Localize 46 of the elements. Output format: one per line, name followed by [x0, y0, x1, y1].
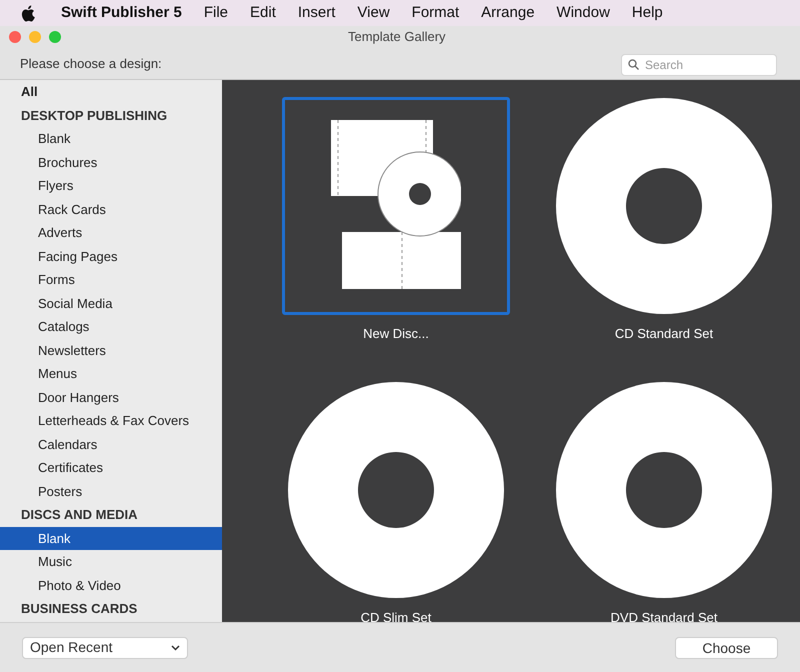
template-label: CD Standard Set: [614, 325, 714, 343]
prompt-text: Please choose a design:: [20, 54, 162, 73]
sidebar-item[interactable]: Rack Cards: [0, 198, 222, 221]
choose-button[interactable]: Choose: [675, 636, 778, 658]
menu-item[interactable]: Edit: [250, 2, 276, 24]
sidebar-item[interactable]: Music: [0, 550, 222, 574]
sidebar-item[interactable]: Certificates: [0, 456, 222, 480]
sidebar-item[interactable]: Forms: [0, 268, 222, 292]
sidebar-item[interactable]: Brochures: [0, 150, 222, 174]
menu-item[interactable]: Insert: [298, 2, 336, 24]
section-header: DESKTOP PUBLISHING: [20, 106, 168, 124]
sidebar-item[interactable]: Letterheads & Fax Covers: [0, 409, 222, 432]
search-field[interactable]: Search: [621, 54, 777, 76]
menu-item[interactable]: Format: [412, 2, 460, 24]
open-recent-dropdown[interactable]: Open Recent: [22, 636, 188, 658]
menu-item[interactable]: File: [204, 2, 228, 24]
section-header: DISCS AND MEDIA: [20, 506, 139, 524]
sidebar-item[interactable]: Newsletters: [0, 338, 222, 362]
chevron-down-icon: [171, 644, 180, 650]
section-header: BUSINESS CARDS: [20, 600, 138, 618]
template-label: New Disc...: [363, 325, 429, 343]
search-icon: [628, 58, 639, 70]
sidebar-item[interactable]: Posters: [0, 480, 222, 503]
sidebar-item[interactable]: Catalogs: [0, 315, 222, 338]
sidebar-item[interactable]: Photo & Video: [0, 574, 222, 597]
sidebar-item[interactable]: Flyers: [0, 174, 222, 198]
apple-logo-icon[interactable]: [20, 4, 35, 22]
sidebar-item[interactable]: All: [0, 80, 222, 104]
window-title: Template Gallery: [348, 28, 446, 46]
sidebar-item[interactable]: Door Hangers: [0, 386, 222, 409]
sidebar-item[interactable]: Blank: [0, 127, 222, 150]
template-label: CD Slim Set: [360, 608, 432, 622]
menu-item[interactable]: View: [357, 2, 390, 24]
template-label: DVD Standard Set: [610, 608, 718, 622]
sidebar-item[interactable]: Menus: [0, 362, 222, 386]
disc-package-icon: [331, 120, 461, 292]
sidebar-item[interactable]: Social Media: [0, 292, 222, 315]
sidebar-item[interactable]: Adverts: [0, 221, 222, 244]
menu-item[interactable]: Help: [632, 2, 663, 24]
menu-item[interactable]: Arrange: [481, 2, 535, 24]
sidebar-item[interactable]: Calendars: [0, 432, 222, 456]
menu-item[interactable]: Window: [556, 2, 610, 24]
sidebar-item[interactable]: Facing Pages: [0, 244, 222, 268]
template-thumbnail[interactable]: [282, 97, 510, 315]
sidebar-item[interactable]: Blank: [0, 526, 222, 550]
app-name[interactable]: Swift Publisher 5: [61, 2, 182, 24]
